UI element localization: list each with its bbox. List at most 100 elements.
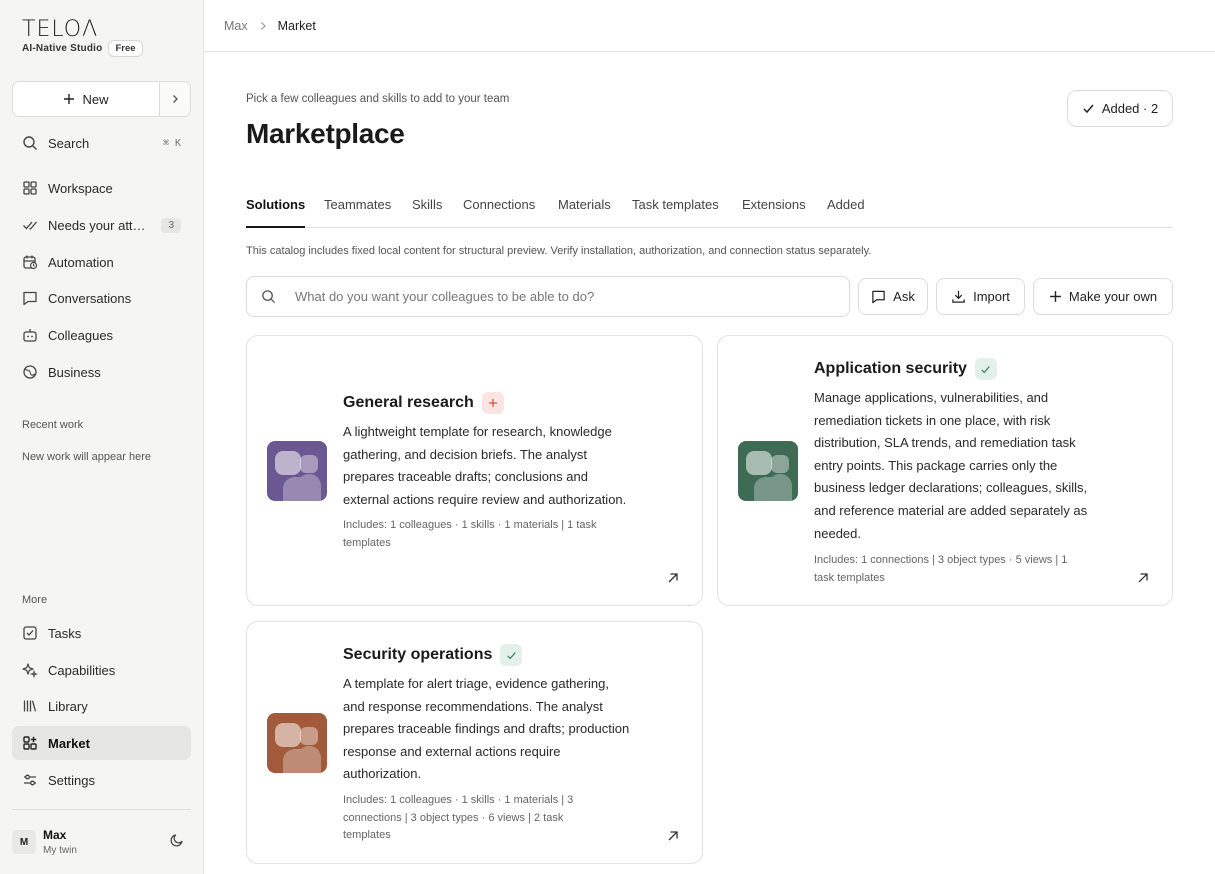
sidebar-item-label: Conversations [48,290,132,306]
sidebar-item-label: Capabilities [48,662,116,678]
plus-icon [488,399,497,407]
sidebar-item-business[interactable]: Business [12,355,191,389]
search-shortcut: ⌘ K [162,137,181,149]
moon-icon[interactable] [169,832,185,848]
user-text: Max My twin [43,828,77,856]
brand-tagline: AI-Native Studio [22,43,103,54]
tab-task-templates[interactable]: Task templates [632,197,719,228]
card-includes-line: task templates [814,571,885,584]
card-title-row: General research [343,392,504,414]
card-includes: Includes: 1 connections | 3 object types… [814,552,1067,587]
tab-extensions[interactable]: Extensions [742,197,806,228]
card-includes: Includes: 1 colleagues · 1 skills · 1 ma… [343,792,573,845]
solution-card-general-research[interactable]: General research A lightweight template … [246,335,703,606]
sparkle-icon [22,663,38,678]
catalog-notice: This catalog includes fixed local conten… [246,245,872,257]
checkbox-icon [23,626,37,640]
open-external-icon[interactable] [666,829,680,843]
globe-icon [23,365,37,379]
tab-solutions[interactable]: Solutions [246,197,306,228]
chevron-right-icon [173,95,178,103]
new-expand-button[interactable] [159,82,190,116]
tab-added[interactable]: Added [827,197,865,228]
sidebar-item-label: Search [48,135,90,151]
card-description-line: A template for alert triage, evidence ga… [343,676,609,691]
calendar-clock-icon [23,255,38,270]
brand-logo[interactable]: TELOΛ [22,17,98,42]
solution-card-application-security[interactable]: Application security Manage applications… [717,335,1173,606]
card-description-line: distribution, SLA trends, and remediatio… [814,435,1076,451]
sidebar-item-automation[interactable]: Automation [12,245,191,279]
card-description-line: needed. [814,525,861,541]
sidebar-item-market[interactable]: Market [12,726,191,760]
plus-icon [1050,291,1061,302]
brand-subline: AI-Native Studio Free [22,40,143,57]
card-description-line: business ledger declarations; colleagues… [814,480,1088,496]
added-count-button[interactable]: Added · 2 [1067,90,1173,127]
sidebar-item-colleagues[interactable]: Colleagues [12,318,191,352]
search-input[interactable] [295,289,815,304]
card-includes-line: Includes: 1 colleagues · 1 skills · 1 ma… [343,794,574,806]
open-external-icon[interactable] [1136,571,1150,585]
sidebar-item-label: Tasks [48,625,82,641]
sidebar-item-label: Market [48,735,90,751]
ask-button[interactable]: Ask [858,278,928,315]
market-icon [23,736,37,750]
sidebar-item-needs-attention[interactable]: Needs your attention 3 [12,208,191,242]
plus-icon [64,94,75,104]
double-check-icon [23,221,37,230]
card-title: Application security [814,360,967,377]
sidebar-item-label: Library [48,698,88,714]
sidebar-item-settings[interactable]: Settings [12,763,191,797]
card-thumbnail [738,441,798,501]
tab-teammates[interactable]: Teammates [324,197,391,228]
sidebar-item-label: Settings [48,772,95,788]
sidebar-item-conversations[interactable]: Conversations [12,281,191,315]
recent-work-heading: Recent work [22,419,84,431]
library-icon [23,700,37,712]
download-icon [952,290,965,303]
card-description-line: prepares traceable findings and drafts; … [343,721,630,737]
sidebar-item-capabilities[interactable]: Capabilities [12,653,191,687]
card-description-line: external actions require review and auth… [343,491,627,507]
new-button-label: New [82,91,109,107]
tab-connections[interactable]: Connections [463,197,535,228]
search-box [246,276,850,317]
ask-button-label: Ask [893,289,915,304]
chevron-right-icon [258,21,268,31]
new-button[interactable]: New [13,82,159,116]
user-profile[interactable]: M Max My twin [12,820,191,864]
avatar: M [12,830,36,854]
card-description-line: A lightweight template for research, kno… [343,424,612,439]
added-status-badge[interactable] [974,358,997,380]
sidebar-item-label: Colleagues [48,327,114,343]
tab-skills[interactable]: Skills [412,197,442,228]
new-button-group: New [12,81,191,117]
solution-card-security-operations[interactable]: Security operations A template for alert… [246,621,703,864]
sidebar-item-tasks[interactable]: Tasks [12,616,191,650]
add-to-team-button[interactable] [481,392,504,414]
sidebar-item-label: Automation [48,254,114,270]
chat-icon [23,291,37,306]
card-description-line: and response recommendations. The analys… [343,698,603,714]
make-your-own-label: Make your own [1068,289,1158,304]
make-your-own-button[interactable]: Make your own [1033,278,1173,315]
card-includes-line: Includes: 1 connections | 3 object types… [814,554,1068,566]
page-title: Marketplace [246,118,405,149]
colleagues-avatar-icon [267,441,327,501]
robot-icon [23,329,37,342]
import-button[interactable]: Import [936,278,1025,315]
tab-materials[interactable]: Materials [558,197,611,228]
breadcrumb-root[interactable]: Max [224,19,248,33]
card-title: General research [343,394,474,411]
card-description: A lightweight template for research, kno… [343,421,626,511]
import-button-label: Import [973,289,1010,304]
open-external-icon[interactable] [666,571,680,585]
sidebar-item-search[interactable]: Search ⌘ K [12,126,191,160]
sidebar-item-label: Workspace [48,180,113,196]
sidebar-divider [12,809,191,810]
sidebar-item-library[interactable]: Library [12,689,191,723]
added-status-badge[interactable] [500,644,523,666]
card-description-line: prepares traceable drafts; conclusions a… [343,469,588,485]
sidebar-item-workspace[interactable]: Workspace [12,171,191,205]
